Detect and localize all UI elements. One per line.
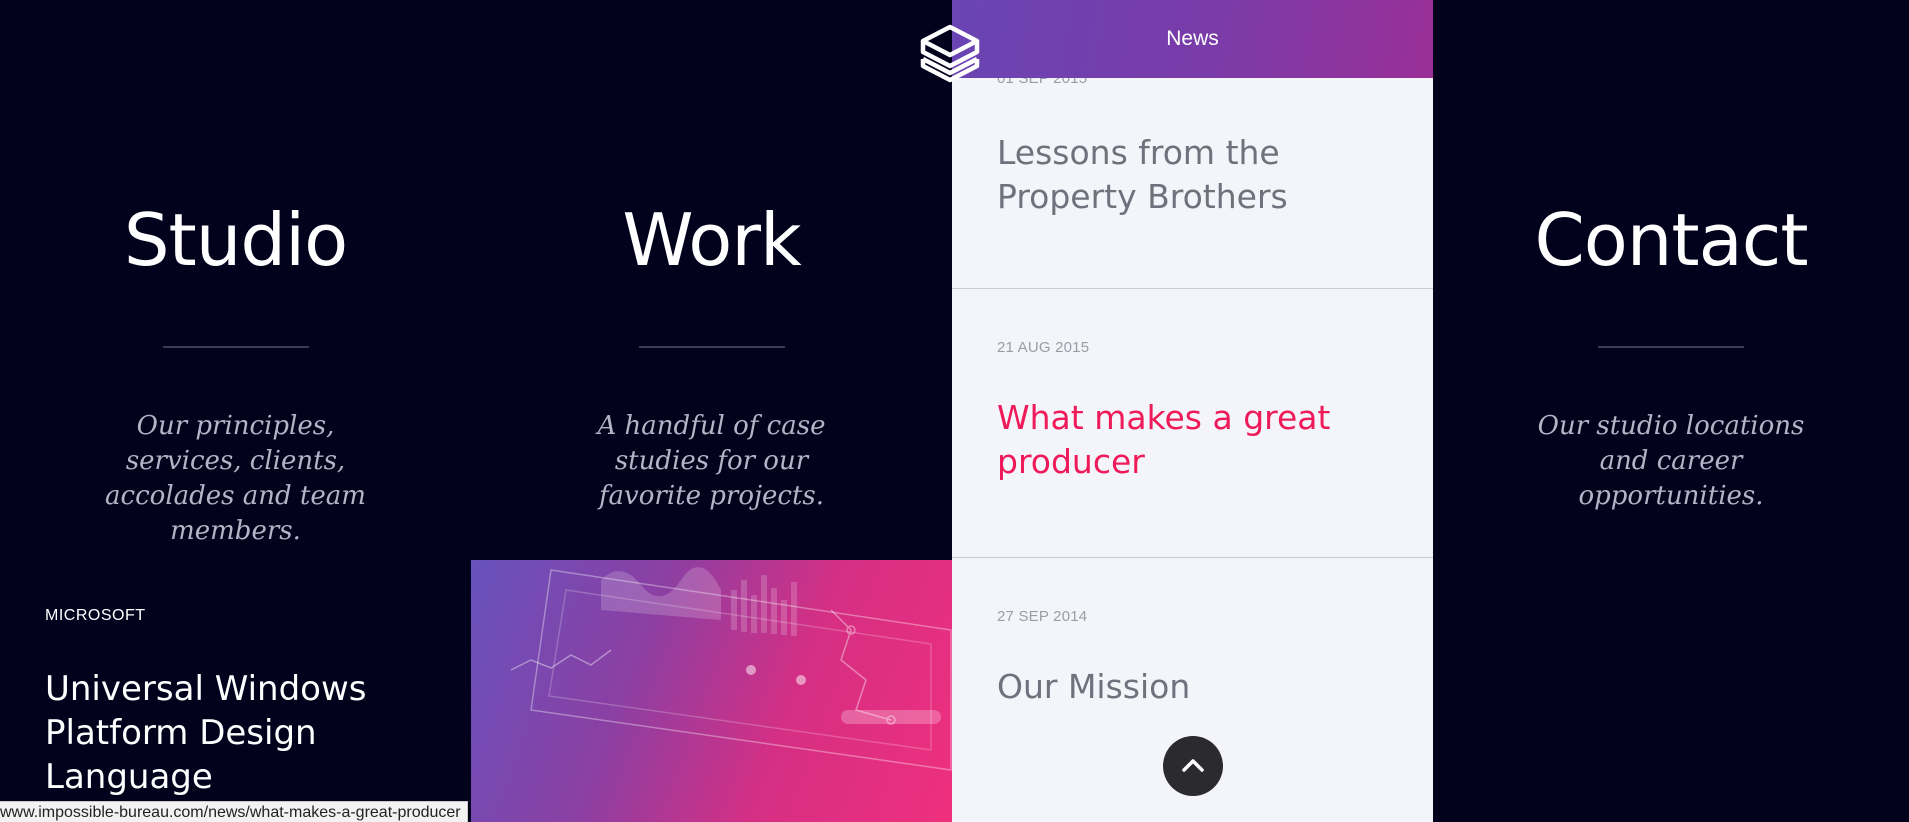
contact-divider	[1598, 346, 1744, 348]
contact-description: Our studio locations and career opportun…	[1537, 411, 1805, 511]
news-item-2[interactable]: 21 AUG 2015 What makes a great producer	[952, 289, 1433, 558]
case-study-card[interactable]	[471, 560, 952, 822]
work-section[interactable]: Work A handful of case studies for our f…	[471, 0, 952, 822]
contact-title[interactable]: Contact	[1433, 192, 1909, 288]
news-header[interactable]: News	[952, 0, 1433, 78]
studio-divider	[162, 346, 309, 348]
status-bar-url: www.impossible-bureau.com/news/what-make…	[0, 801, 468, 822]
page: Studio Our principles, services, clients…	[0, 0, 1909, 822]
scroll-to-top-button[interactable]	[1163, 736, 1223, 796]
news-title[interactable]: Lessons from the Property Brothers	[997, 131, 1387, 219]
news-section: 01 SEP 2015 Lessons from the Property Br…	[952, 0, 1433, 822]
contact-section[interactable]: Contact Our studio locations and career …	[1433, 0, 1909, 822]
studio-title[interactable]: Studio	[0, 192, 471, 288]
studio-description: Our principles, services, clients, accol…	[105, 411, 366, 546]
work-title[interactable]: Work	[471, 192, 952, 288]
news-date: 21 AUG 2015	[997, 339, 1090, 356]
work-divider	[638, 346, 785, 348]
chevron-up-icon	[1182, 759, 1204, 772]
case-study-client: MICROSOFT	[45, 607, 146, 624]
news-title[interactable]: Our Mission	[997, 665, 1387, 709]
stacked-layers-logo-icon[interactable]	[917, 22, 983, 86]
news-date: 27 SEP 2014	[997, 608, 1088, 625]
case-study-title[interactable]: Universal Windows Platform Design Langua…	[45, 667, 425, 799]
work-description: A handful of case studies for our favori…	[597, 411, 826, 511]
case-study-image	[510, 567, 952, 771]
news-title[interactable]: What makes a great producer	[997, 396, 1387, 484]
